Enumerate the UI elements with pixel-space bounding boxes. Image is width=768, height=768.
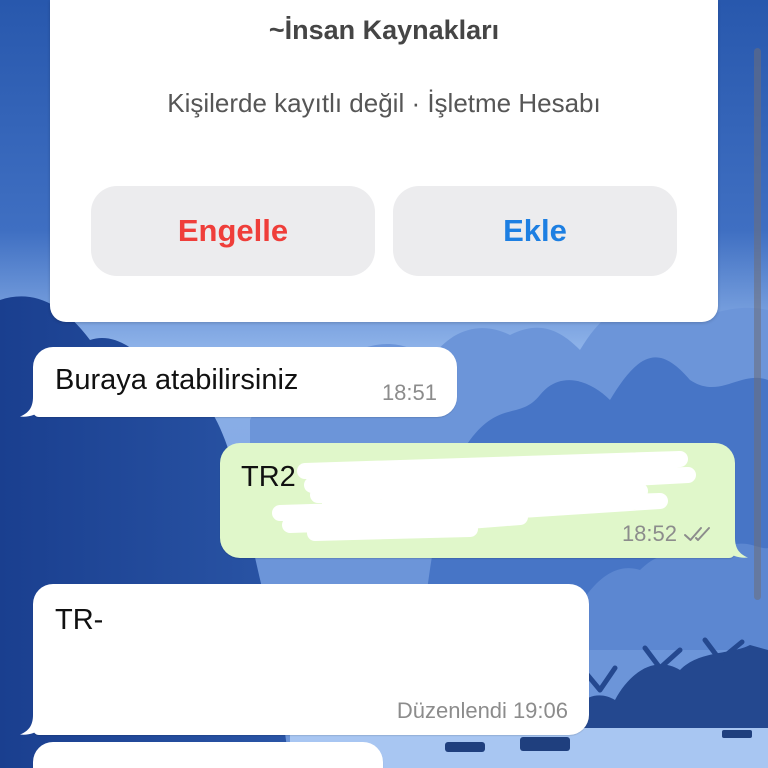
double-check-icon xyxy=(684,527,710,541)
contact-status: Kişilerde kayıtlı değil · İşletme Hesabı xyxy=(167,88,601,118)
message-meta: 18:51 xyxy=(382,380,437,406)
message-time: 19:06 xyxy=(512,698,568,723)
message-meta: 18:52 xyxy=(622,521,715,547)
contact-name: ~İnsan Kaynakları xyxy=(268,15,500,45)
bubble-tail-icon xyxy=(20,397,42,417)
message-meta: Düzenlendi 19:06 xyxy=(397,698,568,724)
add-contact-button[interactable]: Ekle xyxy=(393,186,677,276)
message-text: Buraya atabilirsiniz xyxy=(55,364,299,396)
scrollbar[interactable] xyxy=(754,48,761,600)
message-time: 18:51 xyxy=(381,380,437,405)
incoming-message[interactable] xyxy=(33,742,383,768)
incoming-message[interactable]: TR- Düzenlendi 19:06 xyxy=(20,584,589,735)
message-time: 18:52 xyxy=(621,521,677,546)
bubble-tail-icon xyxy=(20,715,42,735)
bubble-tail-icon xyxy=(726,538,748,558)
block-button[interactable]: Engelle xyxy=(91,186,375,276)
contact-info-card: ~İnsan Kaynakları Kişilerde kayıtlı deği… xyxy=(50,0,718,322)
incoming-message[interactable]: Buraya atabilirsiniz 18:51 xyxy=(20,347,457,417)
message-text: TR- xyxy=(55,604,104,636)
outgoing-message[interactable]: TR2 18:52 xyxy=(220,443,748,558)
edited-label: Düzenlendi xyxy=(396,698,507,723)
message-text: TR2 xyxy=(241,461,296,493)
